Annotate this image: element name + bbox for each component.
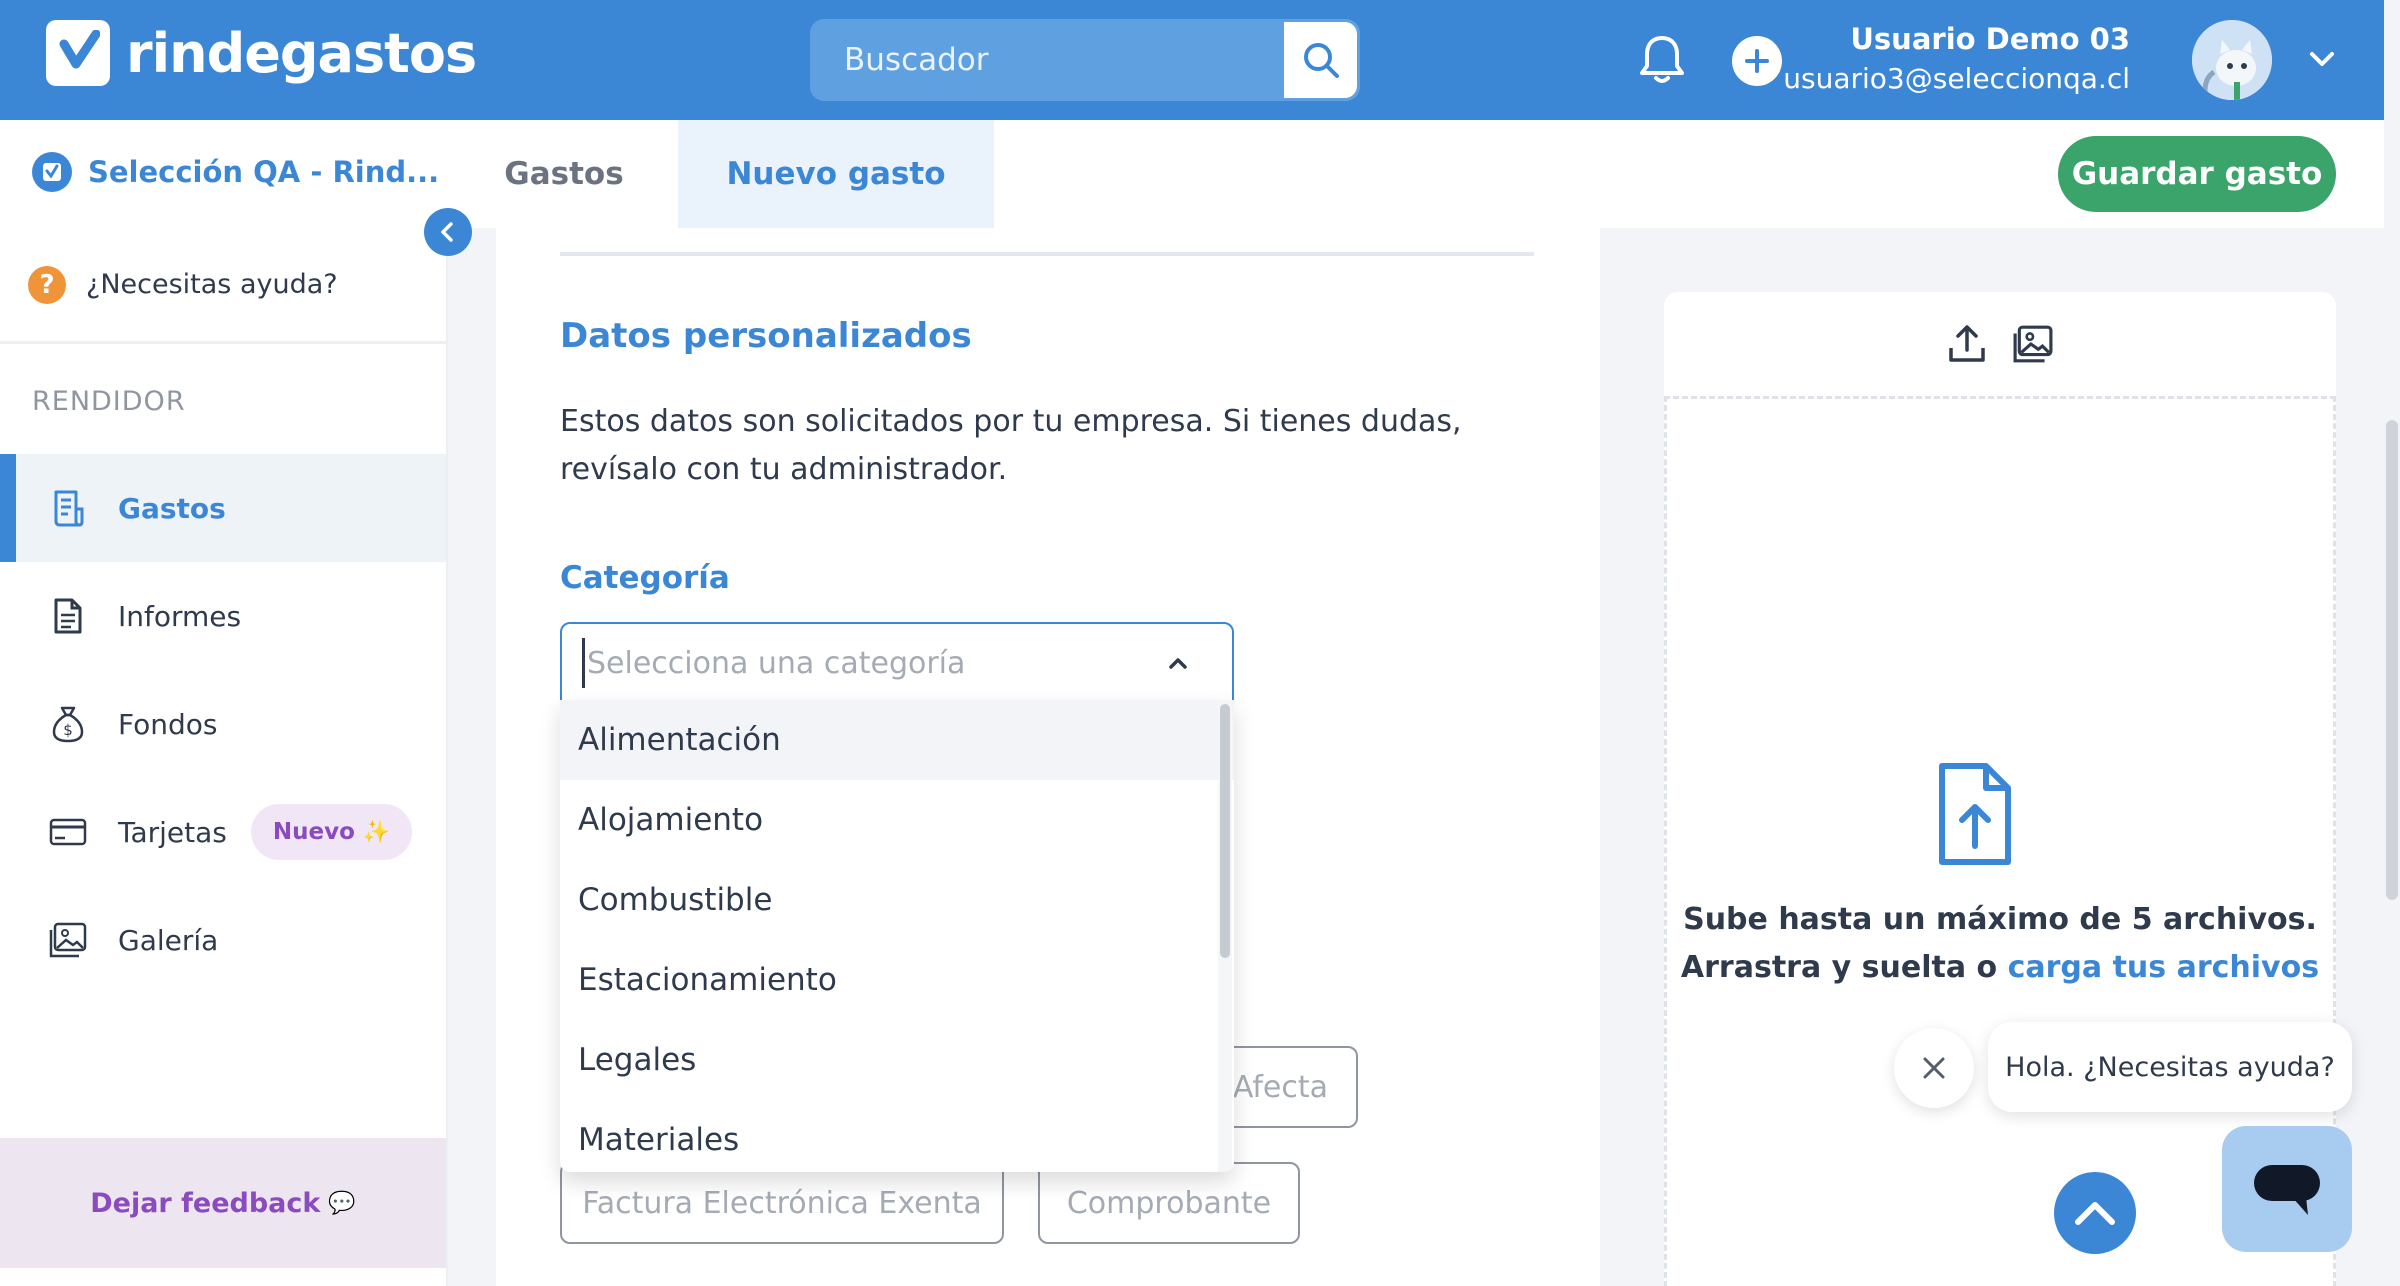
gallery-icon <box>2013 325 2053 363</box>
sidebar-item-tarjetas[interactable]: Tarjetas Nuevo ✨ <box>0 778 446 886</box>
chevron-up-icon <box>1169 658 1187 669</box>
category-option[interactable]: Materiales <box>560 1100 1234 1172</box>
question-icon: ? <box>28 265 66 304</box>
sidebar-item-label: Galería <box>118 923 219 957</box>
category-option[interactable]: Legales <box>560 1020 1234 1100</box>
feedback-button[interactable]: Dejar feedback 💬 <box>0 1138 446 1268</box>
company-check-icon <box>32 152 72 192</box>
upload-limit-text: Sube hasta un máximo de 5 archivos. <box>1683 902 2317 937</box>
help-link[interactable]: ? ¿Necesitas ayuda? <box>0 228 446 344</box>
category-input[interactable] <box>582 638 1142 688</box>
sidebar-item-label: Informes <box>118 599 242 633</box>
company-selector[interactable]: Selección QA - Rind... <box>32 152 439 192</box>
upload-icon <box>1949 325 1985 362</box>
sidebar-item-informes[interactable]: Informes <box>0 562 446 670</box>
new-badge-label: Nuevo <box>272 819 355 845</box>
expense-form: Datos personalizados Estos datos son sol… <box>496 228 1600 1286</box>
page-scrollbar-thumb[interactable] <box>2386 420 2398 900</box>
scroll-top-button[interactable] <box>2054 1172 2136 1254</box>
search-input[interactable] <box>810 19 1282 101</box>
top-navbar: rindegastos Usuario Demo 03 usuario3@sel… <box>0 0 2384 120</box>
upload-button[interactable] <box>1947 324 1987 364</box>
company-name: Selección QA - Rind... <box>88 155 440 189</box>
logo-check-icon <box>46 20 110 86</box>
bell-icon <box>1640 36 1684 83</box>
sidebar-section-label: RENDIDOR <box>32 386 186 417</box>
category-option[interactable]: Alojamiento <box>560 780 1234 860</box>
section-title: Datos personalizados <box>560 316 972 356</box>
sparkle-icon: ✨ <box>362 819 391 845</box>
notifications-button[interactable] <box>1636 32 1688 88</box>
sidebar-item-fondos[interactable]: $ Fondos <box>0 670 446 778</box>
brand-logo[interactable]: rindegastos <box>46 20 477 86</box>
file-upload-icon <box>1939 763 2011 865</box>
plus-icon <box>1745 49 1769 73</box>
category-dropdown: Alimentación Alojamiento Combustible Est… <box>560 700 1234 1172</box>
document-type-afecta[interactable]: Afecta <box>1233 1046 1358 1128</box>
money-bag-icon: $ <box>48 704 88 744</box>
secondary-navbar: Selección QA - Rind... Gastos Nuevo gast… <box>0 120 2384 228</box>
category-select[interactable] <box>560 622 1234 702</box>
document-type-factura-exenta[interactable]: Factura Electrónica Exenta <box>560 1162 1004 1244</box>
new-badge: Nuevo ✨ <box>250 804 413 860</box>
upload-instructions-prefix: Arrastra y suelta o <box>1680 950 2008 985</box>
chat-close-button[interactable] <box>1894 1028 1974 1108</box>
user-name: Usuario Demo 03 <box>1850 22 2130 56</box>
card-icon <box>48 812 88 852</box>
user-email: usuario3@seleccionqa.cl <box>1783 62 2130 95</box>
search-button[interactable] <box>1284 22 1357 98</box>
save-expense-button[interactable]: Guardar gasto <box>2058 136 2336 212</box>
search-box <box>810 19 1360 101</box>
upload-instructions: Arrastra y suelta o carga tus archivos <box>1664 950 2336 985</box>
tab-nuevo-gasto[interactable]: Nuevo gasto <box>678 120 994 228</box>
section-divider <box>560 252 1534 256</box>
avatar[interactable] <box>2192 20 2272 100</box>
sidebar-item-label: Tarjetas <box>118 815 227 849</box>
user-menu-button[interactable] <box>2306 46 2338 72</box>
sidebar-item-label: Fondos <box>118 707 218 741</box>
collapse-sidebar-button[interactable] <box>424 208 472 256</box>
help-label: ¿Necesitas ayuda? <box>86 269 338 300</box>
chat-greeting[interactable]: Hola. ¿Necesitas ayuda? <box>1988 1022 2352 1112</box>
category-label: Categoría <box>560 560 730 596</box>
search-icon <box>1303 43 1339 78</box>
brand-name: rindegastos <box>126 21 477 85</box>
svg-text:$: $ <box>63 721 73 739</box>
close-icon <box>1923 1057 1945 1079</box>
chevron-down-icon <box>2310 52 2334 66</box>
sidebar-item-label: Gastos <box>118 491 226 525</box>
feedback-label: Dejar feedback <box>90 1187 321 1219</box>
sidebar: ? ¿Necesitas ayuda? RENDIDOR Gastos Info… <box>0 228 448 1286</box>
gallery-button[interactable] <box>2013 325 2053 363</box>
chevron-left-icon <box>441 222 453 242</box>
speech-bubble-icon: 💬 <box>328 1190 356 1216</box>
sidebar-item-galeria[interactable]: Galería <box>0 886 446 994</box>
upload-card-header <box>1664 292 2336 396</box>
add-button[interactable] <box>1732 36 1782 86</box>
category-option[interactable]: Estacionamiento <box>560 940 1234 1020</box>
sidebar-item-gastos[interactable]: Gastos <box>0 454 446 562</box>
chat-launcher-button[interactable] <box>2222 1126 2352 1252</box>
category-option[interactable]: Combustible <box>560 860 1234 940</box>
category-option[interactable]: Alimentación <box>560 700 1234 780</box>
upload-files-link[interactable]: carga tus archivos <box>2008 950 2319 985</box>
chat-icon <box>2254 1165 2320 1215</box>
document-type-comprobante[interactable]: Comprobante <box>1038 1162 1300 1244</box>
dropdown-scrollbar-thumb[interactable] <box>1220 704 1230 958</box>
receipt-icon <box>48 488 88 528</box>
chevron-up-icon <box>2075 1202 2115 1225</box>
section-description: Estos datos son solicitados por tu empre… <box>560 404 1462 487</box>
document-icon <box>48 596 88 636</box>
gallery-icon <box>48 920 88 960</box>
tab-gastos[interactable]: Gastos <box>462 120 666 228</box>
cat-avatar-icon <box>2192 20 2272 100</box>
